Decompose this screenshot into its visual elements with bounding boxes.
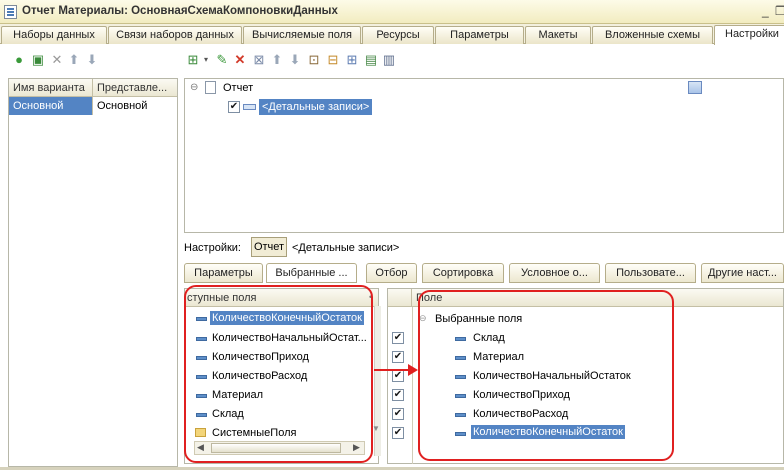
tab-calculated-fields[interactable]: Вычисляемые поля [243,26,361,44]
delete-icon[interactable]: ✕ [49,52,65,68]
records-icon [243,104,256,110]
selected-field-checkbox[interactable]: ✔ [392,389,404,401]
available-scrollbar[interactable] [374,306,381,456]
structure-tree: ⊖ Отчет ✔ <Детальные записи> [184,78,784,233]
tree-root-label[interactable]: Отчет [223,82,253,94]
tab-parameters[interactable]: Параметры [435,26,524,44]
settings-report-button[interactable]: Отчет [251,237,287,257]
checkbox-column-header [388,289,412,307]
report-icon [4,5,17,19]
collapse-icon[interactable]: ⊖ [190,82,198,93]
column-divider [412,307,413,464]
settings-label: Настройки: [184,242,241,254]
column-variant-name[interactable]: Имя варианта [9,79,93,97]
delete-item-icon[interactable]: ✕ [232,52,248,68]
move-down-icon[interactable]: ⬇ [84,52,100,68]
selected-fields-highlight [418,290,674,461]
subtab-conditional[interactable]: Условное о... [509,263,600,283]
variants-grid-header: Имя варианта Представле... [9,79,177,97]
table-row[interactable]: Основной Основной [9,97,177,115]
settings-context: <Детальные записи> [292,242,400,254]
window-title: Отчет Материалы: ОсновнаяСхемаКомпоновки… [22,5,338,17]
table-icon[interactable]: ⊞ [344,52,360,68]
layout-icon[interactable] [688,81,702,94]
subtab-other[interactable]: Другие наст... [701,263,784,283]
move-up-icon[interactable]: ⬆ [66,52,82,68]
variant-presentation-cell[interactable]: Основной [93,97,178,115]
selected-field-checkbox[interactable]: ✔ [392,332,404,344]
subtab-selected[interactable]: Выбранные ... [266,263,357,283]
dropdown-icon[interactable]: ▾ [198,52,214,68]
copy-icon[interactable]: ▣ [30,52,46,68]
column-presentation[interactable]: Представле... [93,79,178,97]
main-tabs: Наборы данных Связи наборов данных Вычис… [0,24,784,45]
title-bar: Отчет Материалы: ОсновнаяСхемаКомпоновки… [0,0,784,24]
subtab-filter[interactable]: Отбор [366,263,417,283]
edit-icon[interactable]: ✎ [214,52,230,68]
subtab-user[interactable]: Пользовате... [605,263,696,283]
variant-name-cell[interactable]: Основной [9,97,93,115]
scroll-down-icon[interactable]: ▼ [372,424,380,433]
down-icon[interactable]: ⬇ [287,52,303,68]
available-fields-highlight [184,285,373,463]
tree-detail-records[interactable]: <Детальные записи> [259,99,373,115]
chart-icon[interactable]: ▤ [363,52,379,68]
tab-datasets[interactable]: Наборы данных [1,26,107,44]
restore-button[interactable]: ❐ [775,4,784,18]
detail-records-checkbox[interactable]: ✔ [228,101,240,113]
variants-grid: Имя варианта Представле... Основной Осно… [8,78,178,467]
subtab-sorting[interactable]: Сортировка [422,263,504,283]
selected-field-checkbox[interactable]: ✔ [392,408,404,420]
tab-nested-schemas[interactable]: Вложенные схемы [592,26,713,44]
settings-icon[interactable]: ▥ [381,52,397,68]
up-icon[interactable]: ⬆ [269,52,285,68]
selected-field-checkbox[interactable]: ✔ [392,427,404,439]
clear-icon[interactable]: ⊠ [251,52,267,68]
minimize-button[interactable]: _ [762,4,769,18]
subtab-parameters[interactable]: Параметры [184,263,263,283]
tab-dataset-links[interactable]: Связи наборов данных [108,26,242,44]
tab-templates[interactable]: Макеты [525,26,591,44]
preview-icon[interactable]: ⊡ [306,52,322,68]
tab-settings[interactable]: Настройки [714,25,784,45]
group-icon[interactable]: ⊟ [325,52,341,68]
add-icon[interactable]: ● [11,52,27,68]
report-node-icon [205,81,216,94]
tab-resources[interactable]: Ресурсы [362,26,434,44]
arrow-icon [374,364,418,376]
